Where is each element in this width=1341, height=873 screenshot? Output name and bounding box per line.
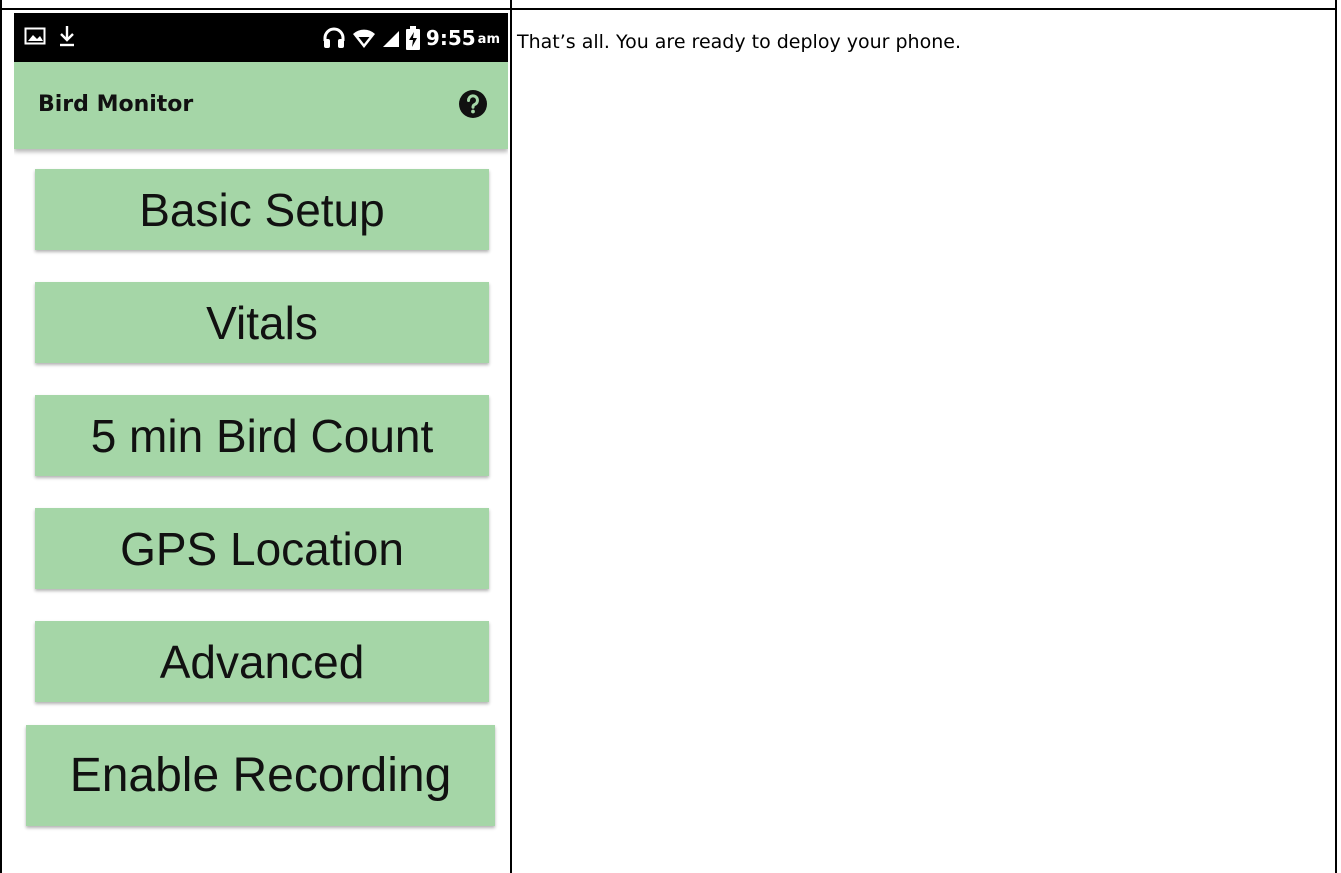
status-time: 9:55	[425, 25, 476, 50]
table-border-top	[0, 8, 1337, 10]
instruction-text: That’s all. You are ready to deploy your…	[517, 31, 961, 53]
headset-icon	[322, 26, 346, 50]
signal-icon	[382, 28, 400, 48]
bird-count-button[interactable]: 5 min Bird Count	[35, 395, 489, 476]
table-border-right	[1335, 0, 1337, 873]
battery-charging-icon	[405, 25, 420, 50]
app-title: Bird Monitor	[38, 92, 194, 117]
phone-screenshot: 9:55 am Bird Monitor Basic Setup Vitals …	[14, 13, 508, 873]
basic-setup-button[interactable]: Basic Setup	[35, 169, 489, 250]
wifi-icon	[352, 27, 376, 49]
table-column-divider	[510, 0, 512, 873]
status-bar: 9:55 am	[14, 13, 508, 62]
enable-recording-button[interactable]: Enable Recording	[26, 725, 495, 826]
table-border-left	[0, 0, 2, 873]
download-icon	[58, 25, 76, 47]
app-bar: Bird Monitor	[14, 62, 508, 149]
document-page: That’s all. You are ready to deploy your…	[0, 0, 1341, 873]
gps-location-button[interactable]: GPS Location	[35, 508, 489, 589]
image-icon	[24, 26, 46, 46]
advanced-button[interactable]: Advanced	[35, 621, 489, 702]
help-icon[interactable]	[458, 89, 488, 119]
status-ampm: am	[477, 32, 500, 47]
vitals-button[interactable]: Vitals	[35, 282, 489, 363]
